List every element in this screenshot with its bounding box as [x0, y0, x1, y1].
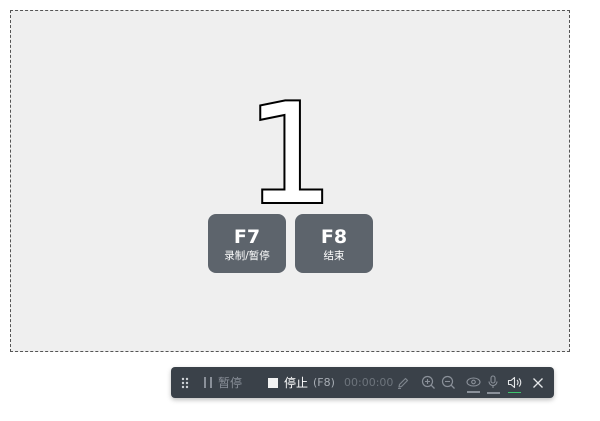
recording-toolbar: 暂停 停止 (F8) 00:00:00	[171, 367, 554, 398]
hotkey-label: 录制/暂停	[224, 250, 270, 262]
hotkey-key: F8	[320, 226, 348, 248]
stop-button[interactable]: 停止 (F8)	[268, 367, 335, 398]
stop-icon	[268, 377, 278, 388]
microphone-status-bar	[486, 392, 500, 394]
pause-button[interactable]: 暂停	[204, 367, 242, 398]
camera-status-bar	[466, 391, 480, 393]
stop-label: 停止	[284, 376, 309, 390]
close-icon[interactable]	[529, 367, 547, 398]
pause-label: 暂停	[218, 376, 243, 390]
hotkey-end[interactable]: F8 结束	[295, 214, 373, 273]
pause-icon	[204, 377, 212, 388]
speaker-status-bar	[507, 391, 521, 394]
recording-area: 1 F7 录制/暂停 F8 结束	[10, 10, 570, 352]
zoom-in-icon[interactable]	[419, 367, 437, 398]
countdown-number: 1	[244, 94, 336, 212]
drag-handle-icon[interactable]	[179, 367, 191, 398]
countdown-digit: 1	[246, 94, 334, 212]
hotkey-key: F7	[233, 226, 261, 248]
countdown: 1	[11, 94, 569, 212]
stop-shortcut: (F8)	[313, 376, 335, 389]
recording-timer: 00:00:00	[344, 376, 394, 389]
hotkey-label: 结束	[323, 250, 345, 262]
camera-icon[interactable]	[464, 367, 482, 398]
zoom-out-icon[interactable]	[439, 367, 457, 398]
hotkey-record-pause[interactable]: F7 录制/暂停	[208, 214, 286, 273]
speaker-icon[interactable]	[505, 367, 523, 398]
microphone-icon[interactable]	[484, 367, 502, 398]
pen-icon[interactable]	[394, 367, 412, 398]
